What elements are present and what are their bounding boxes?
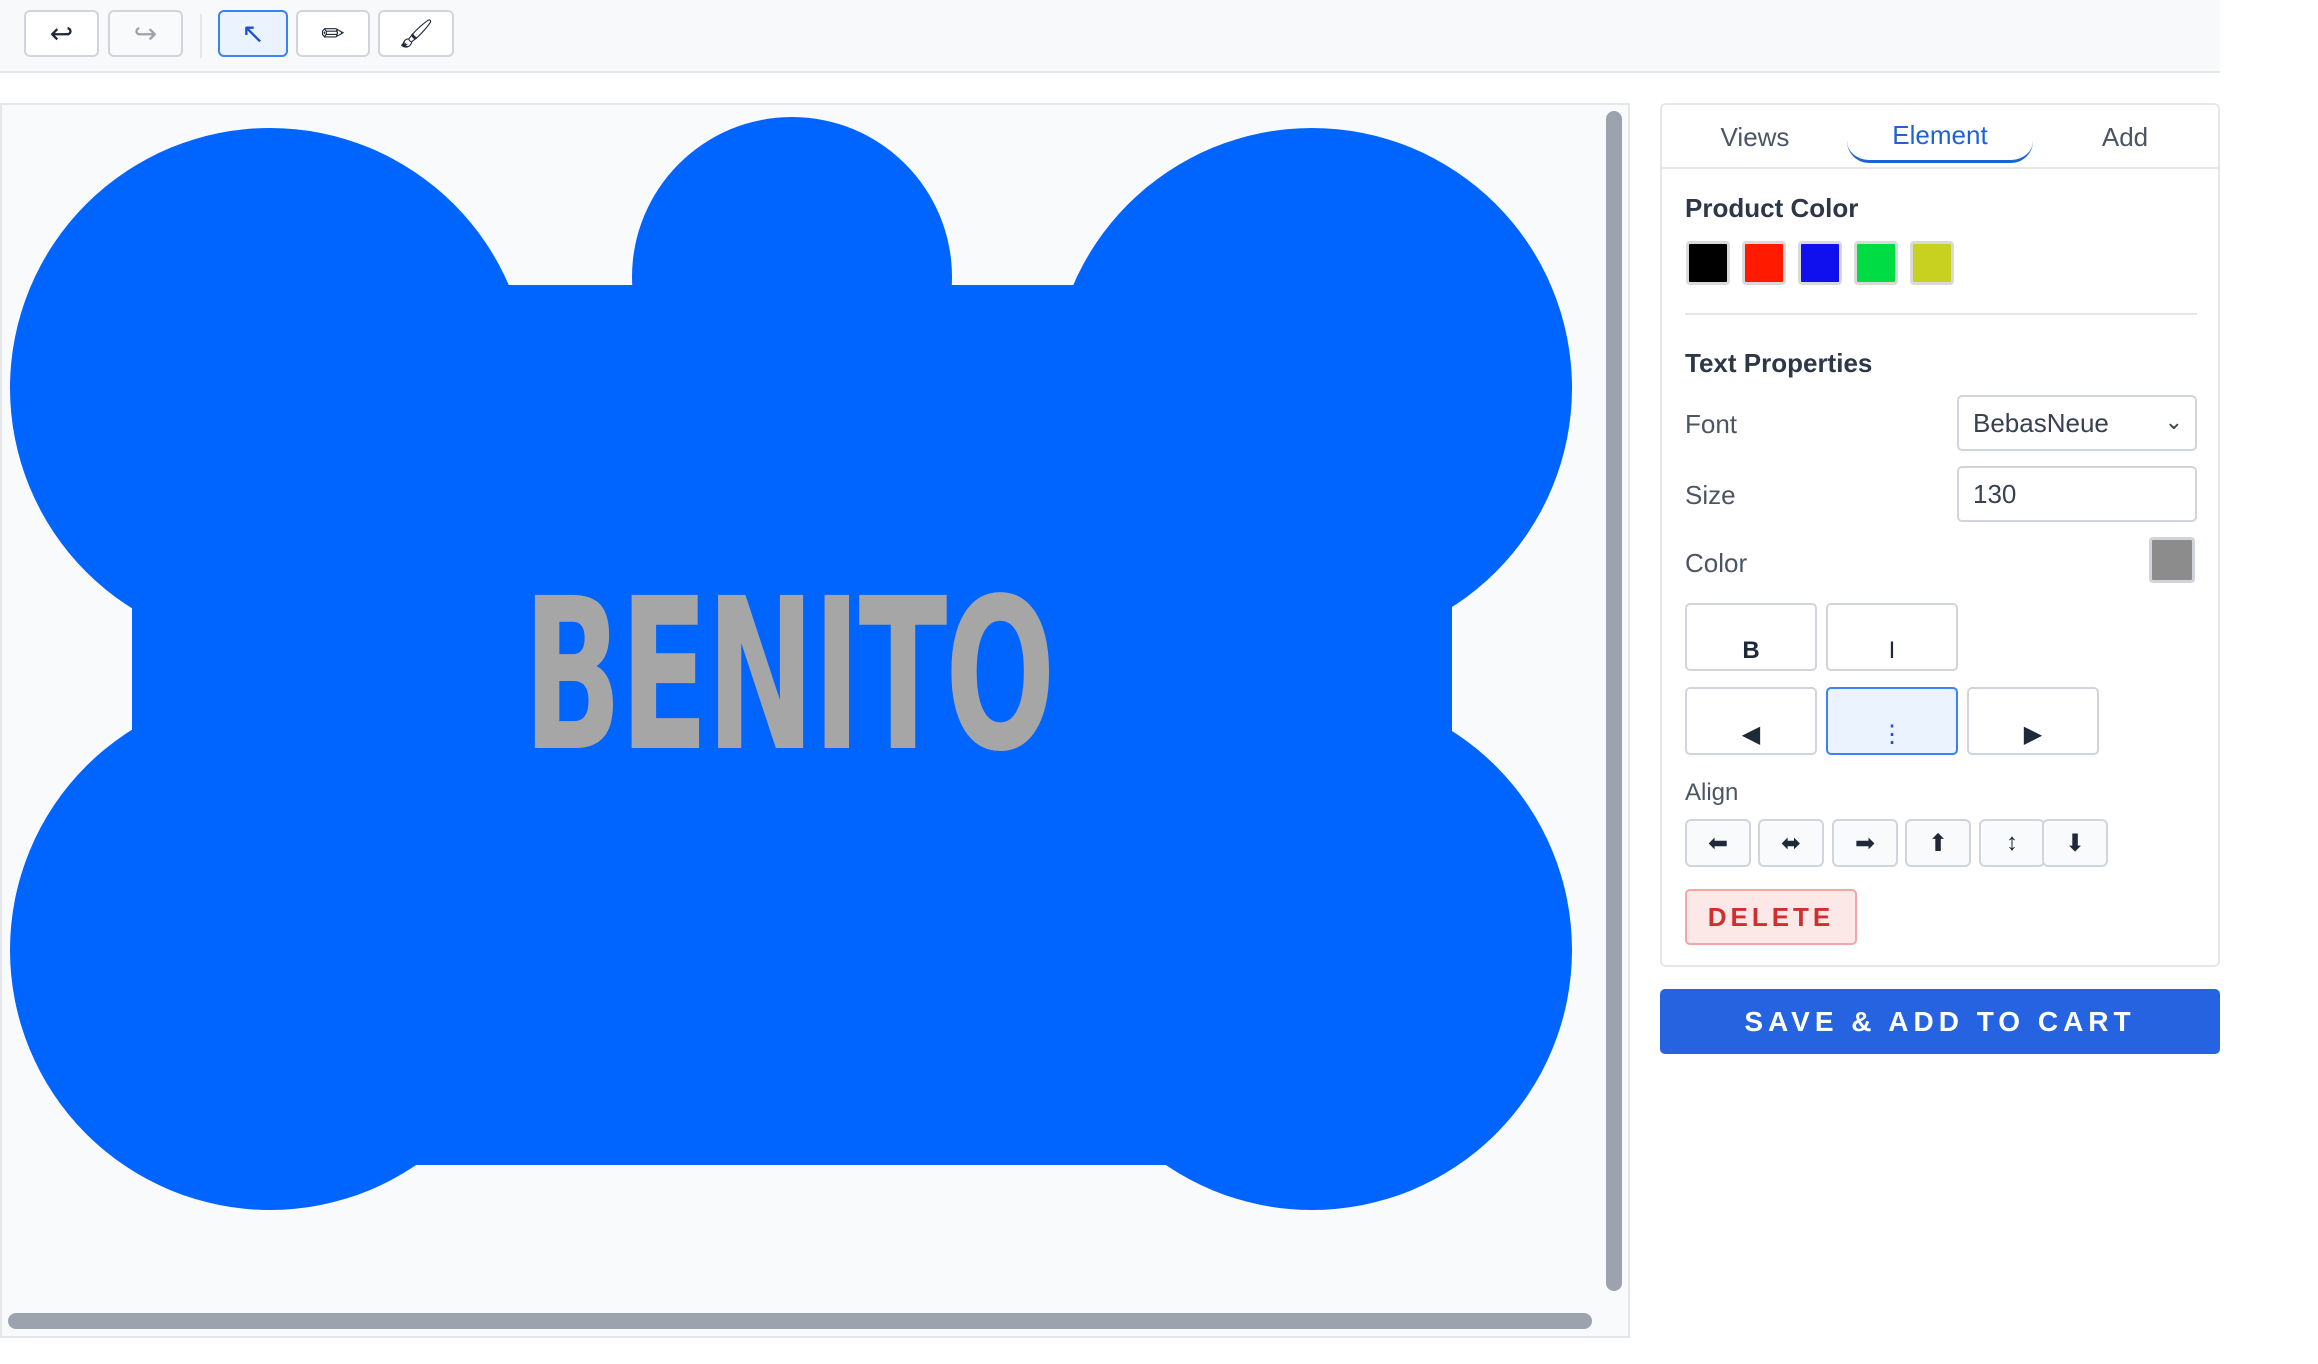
color-swatch-green[interactable]	[1854, 241, 1898, 285]
arrow-up-icon: ⬆	[1927, 829, 1949, 857]
tab-element[interactable]: Element	[1847, 111, 2033, 163]
align-right-button[interactable]: ➡	[1832, 819, 1898, 867]
toolbar: ↩ ↪ ↖ ✏ 🖌	[0, 0, 2220, 73]
horizontal-scrollbar[interactable]	[8, 1313, 1592, 1329]
arrow-left-right-icon: ⬌	[1780, 829, 1802, 857]
size-label: Size	[1685, 480, 1736, 510]
select-tool-button[interactable]: ↖	[218, 10, 288, 57]
align-right-icon: ▶	[2023, 721, 2043, 748]
color-swatch-yellow[interactable]	[1910, 241, 1954, 285]
redo-icon: ↪	[133, 18, 158, 49]
tab-add[interactable]: Add	[2032, 111, 2218, 163]
color-swatch-black[interactable]	[1686, 241, 1730, 285]
text-color-picker[interactable]	[2149, 537, 2195, 583]
align-bottom-button[interactable]: ⬇	[2042, 819, 2108, 867]
arrow-down-icon: ⬇	[2064, 829, 2086, 857]
align-left-icon: ◀	[1741, 721, 1761, 748]
text-properties-title: Text Properties	[1685, 348, 1873, 378]
arrow-right-icon: ➡	[1854, 829, 1876, 857]
tab-views[interactable]: Views	[1662, 111, 1848, 163]
arrow-left-icon: ⬅	[1707, 829, 1729, 857]
vertical-scrollbar[interactable]	[1606, 111, 1622, 1291]
delete-button[interactable]: DELETE	[1685, 889, 1857, 945]
align-label: Align	[1685, 779, 1739, 806]
paintbrush-icon: 🖌	[398, 18, 434, 49]
product-color-title: Product Color	[1685, 193, 1859, 223]
canvas-text-element[interactable]: BENITO	[523, 530, 1056, 820]
text-align-center-button[interactable]: ⋮	[1826, 687, 1958, 755]
properties-panel: Views Element Add Product Color Text Pro…	[1660, 103, 2220, 967]
section-divider	[1685, 313, 2197, 315]
pen-tool-button[interactable]: ✏	[296, 10, 370, 57]
pencil-icon: ✏	[321, 18, 345, 49]
chevron-down-icon: ⌄	[2164, 409, 2183, 434]
bold-label: B	[1742, 637, 1760, 664]
text-align-right-button[interactable]: ▶	[1967, 687, 2099, 755]
bold-button[interactable]: B	[1685, 603, 1817, 671]
color-swatch-red[interactable]	[1742, 241, 1786, 285]
align-center-icon: ⋮	[1880, 721, 1904, 748]
redo-button[interactable]: ↪	[108, 10, 183, 57]
size-input-value: 130	[1973, 478, 2017, 509]
save-add-to-cart-button[interactable]: SAVE & ADD TO CART	[1660, 989, 2220, 1054]
align-top-button[interactable]: ⬆	[1905, 819, 1971, 867]
italic-button[interactable]: I	[1826, 603, 1958, 671]
size-input[interactable]: 130	[1957, 466, 2197, 522]
font-select-value: BebasNeue	[1973, 407, 2109, 438]
align-vertical-center-button[interactable]: ↕	[1979, 819, 2045, 867]
color-label: Color	[1685, 548, 1748, 578]
arrow-up-down-icon: ↕	[2006, 829, 2018, 856]
select-cursor-icon: ↖	[241, 18, 265, 49]
font-select[interactable]: BebasNeue ⌄	[1957, 395, 2197, 451]
panel-tabs: Views Element Add	[1662, 105, 2218, 169]
brush-tool-button[interactable]: 🖌	[378, 10, 454, 57]
italic-label: I	[1888, 637, 1896, 664]
undo-button[interactable]: ↩	[24, 10, 99, 57]
text-align-left-button[interactable]: ◀	[1685, 687, 1817, 755]
font-label: Font	[1685, 409, 1738, 439]
align-left-button[interactable]: ⬅	[1685, 819, 1751, 867]
align-horizontal-center-button[interactable]: ⬌	[1758, 819, 1824, 867]
toolbar-divider	[200, 14, 202, 58]
undo-icon: ↩	[49, 18, 74, 49]
color-swatch-blue[interactable]	[1798, 241, 1842, 285]
design-canvas[interactable]: BENITO	[0, 103, 1630, 1338]
